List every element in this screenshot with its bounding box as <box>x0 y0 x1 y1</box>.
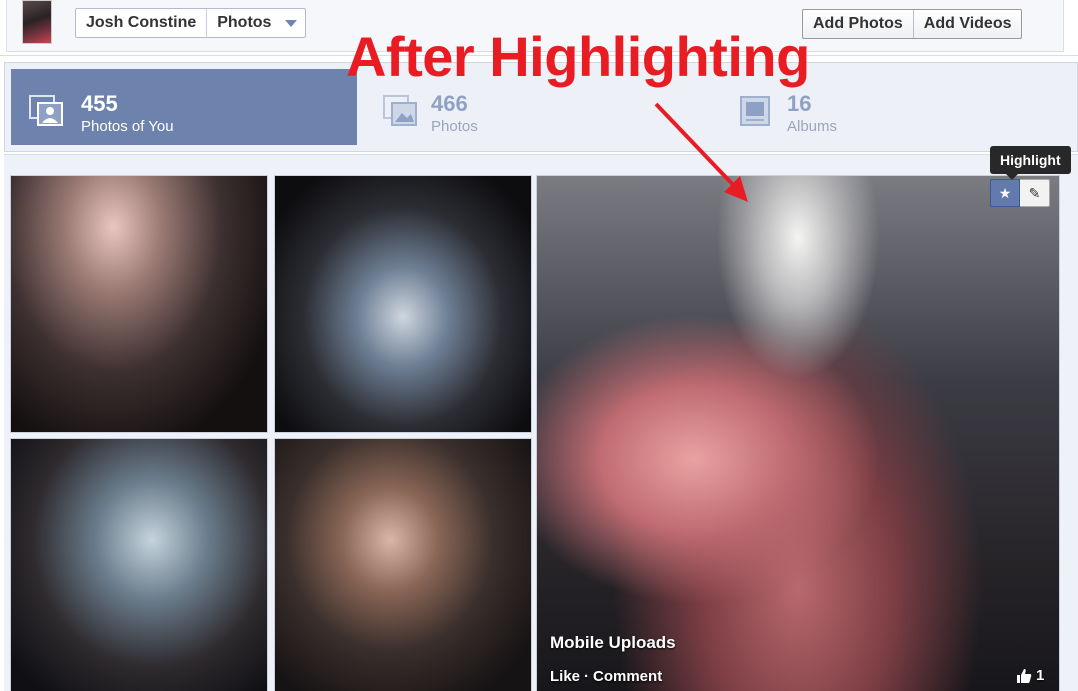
photo-actions: Like · Comment <box>550 668 662 685</box>
annotation-label: After Highlighting <box>346 25 810 88</box>
photos-count: 466 <box>431 91 468 116</box>
section-dropdown[interactable]: Photos <box>207 9 305 37</box>
comment-link[interactable]: Comment <box>593 668 662 685</box>
annotation-arrow-icon <box>654 102 748 202</box>
star-icon[interactable]: ★ <box>990 179 1020 207</box>
chevron-down-icon <box>285 19 298 27</box>
avatar[interactable] <box>22 0 52 44</box>
pencil-icon[interactable]: ✎ <box>1020 179 1050 207</box>
breadcrumb: Josh Constine Photos <box>75 8 307 38</box>
add-photos-button[interactable]: Add Photos <box>803 10 913 38</box>
photos-icon <box>383 95 417 126</box>
separator: · <box>584 668 590 685</box>
highlighted-photo[interactable] <box>536 175 1060 691</box>
albums-label: Albums <box>787 118 838 135</box>
add-videos-button[interactable]: Add Videos <box>912 10 1022 38</box>
upload-button-group: Add Photos Add Videos <box>802 9 1023 39</box>
highlight-tooltip: Highlight <box>990 146 1071 180</box>
thumbs-up-icon <box>1017 668 1032 683</box>
profile-name-link[interactable]: Josh Constine <box>76 9 208 37</box>
like-count-value: 1 <box>1036 667 1045 684</box>
section-dropdown-label: Photos <box>217 14 272 31</box>
like-link[interactable]: Like <box>550 668 580 685</box>
photo-thumbnail[interactable] <box>10 438 268 691</box>
photos-label: Photos <box>431 118 478 135</box>
like-count[interactable]: 1 <box>1016 667 1044 684</box>
photo-thumbnail[interactable] <box>274 175 532 433</box>
photo-thumbnail[interactable] <box>274 438 532 691</box>
tab-photos-of-you[interactable]: 455 Photos of You <box>11 69 357 145</box>
photos-of-you-label: Photos of You <box>81 118 174 135</box>
photo-grid <box>4 154 1078 691</box>
photos-of-you-count: 455 <box>81 91 118 116</box>
album-title-link[interactable]: Mobile Uploads <box>550 633 676 653</box>
photos-of-you-icon <box>29 95 63 126</box>
albums-count: 16 <box>787 91 812 116</box>
photo-thumbnail[interactable] <box>10 175 268 433</box>
photo-tools: ★ ✎ <box>990 179 1050 207</box>
